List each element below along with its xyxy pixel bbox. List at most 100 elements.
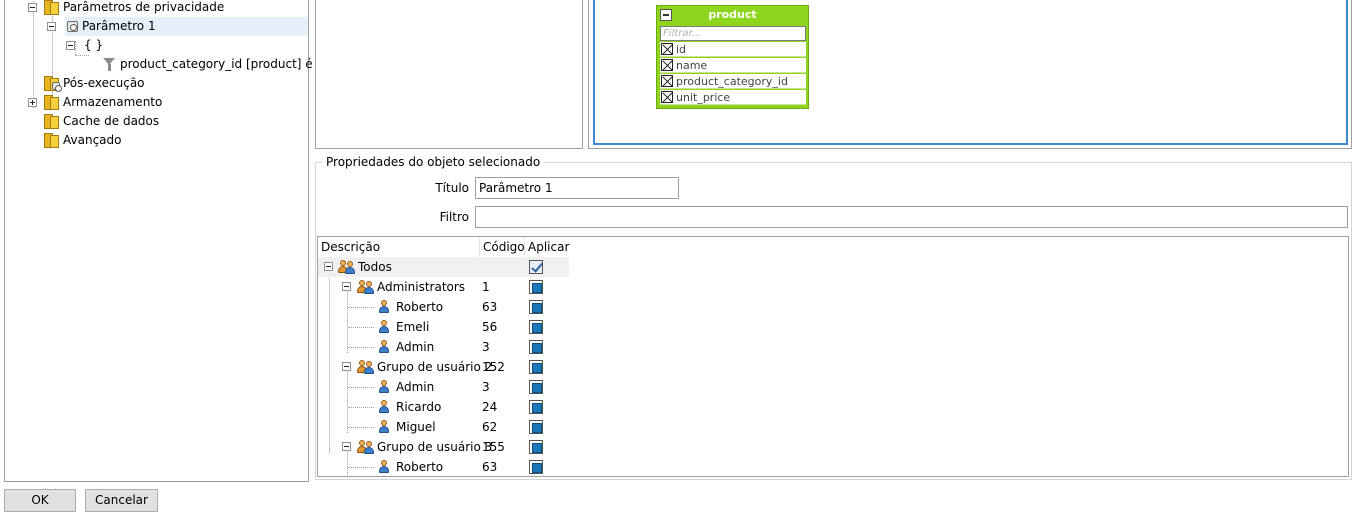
permissions-grid[interactable]: Descrição Código Aplicar Todos Administr… (317, 236, 1349, 477)
field-row-unit-price[interactable]: unit_price (660, 90, 806, 105)
tree-item-label: { } (84, 38, 104, 52)
tree-item-data-cache[interactable]: Cache de dados (5, 112, 308, 131)
apply-checkbox[interactable] (529, 300, 543, 314)
row-description: Administrators (377, 280, 466, 294)
tree-item-label: Parâmetros de privacidade (63, 0, 225, 14)
tree-connector (348, 407, 374, 408)
row-code: 3 (482, 380, 490, 394)
column-header-code[interactable]: Código (480, 237, 525, 257)
grid-row-group[interactable]: Grupo de usuário 2 152 (318, 357, 569, 377)
collapse-icon[interactable] (28, 3, 37, 12)
folder-icon (44, 133, 59, 148)
row-code: 56 (482, 320, 498, 334)
field-name: name (676, 59, 708, 72)
user-icon (379, 460, 390, 474)
grid-row-user[interactable]: Emeli 56 (318, 317, 569, 337)
column-header-description[interactable]: Descrição (318, 237, 480, 257)
tree-item-braces[interactable]: { } (65, 36, 265, 55)
filter-input[interactable] (475, 206, 1348, 228)
apply-checkbox[interactable] (529, 380, 543, 394)
collapse-icon[interactable] (66, 41, 75, 50)
field-row-name[interactable]: name (660, 58, 806, 73)
row-code: 62 (482, 420, 498, 434)
apply-checkbox[interactable] (529, 360, 543, 374)
tree-item-advanced[interactable]: Avançado (5, 131, 308, 150)
field-name: id (676, 43, 687, 56)
field-row-product-category-id[interactable]: product_category_id (660, 74, 806, 89)
apply-checkbox[interactable] (529, 340, 543, 354)
row-description: Admin (396, 340, 435, 354)
grid-row-all[interactable]: Todos (318, 257, 569, 277)
product-table-widget[interactable]: product Filtrar... id name product_categ… (656, 5, 809, 109)
tree-connector (348, 327, 374, 328)
expand-icon[interactable] (28, 98, 37, 107)
row-code: 63 (482, 460, 498, 474)
apply-checkbox[interactable] (529, 260, 543, 274)
group-icon (338, 259, 356, 275)
grid-row-user[interactable]: Roberto 63 (318, 297, 569, 317)
tree-connector (348, 387, 374, 388)
tree-item-parameter-1[interactable]: Parâmetro 1 (47, 17, 308, 36)
field-filter-input[interactable]: Filtrar... (660, 26, 806, 41)
row-code: 3 (482, 340, 490, 354)
row-code: 1 (482, 280, 490, 294)
apply-checkbox[interactable] (529, 440, 543, 454)
field-row-id[interactable]: id (660, 42, 806, 57)
collapse-icon[interactable] (342, 282, 351, 291)
collapse-icon[interactable] (324, 262, 333, 271)
tree-item-label: product_category_id [product] é ... (120, 57, 328, 71)
table-header[interactable]: product (657, 6, 808, 24)
row-description: Grupo de usuário 2 (377, 360, 493, 374)
tree-item-label: Cache de dados (63, 114, 160, 128)
row-description: Miguel (396, 420, 436, 434)
apply-checkbox[interactable] (529, 400, 543, 414)
folder-icon (44, 0, 59, 15)
grid-row-user[interactable]: Miguel 62 (318, 417, 569, 437)
settings-tree[interactable]: Parâmetros de privacidade Parâmetro 1 { … (4, 0, 328, 482)
user-icon (379, 340, 390, 354)
filter-icon (103, 58, 116, 71)
grid-row-user[interactable]: Roberto 63 (318, 457, 569, 476)
grid-row-user[interactable]: Ricardo 24 (318, 397, 569, 417)
table-name: product (708, 8, 757, 21)
apply-checkbox[interactable] (529, 420, 543, 434)
parameter-icon (67, 21, 78, 32)
field-name: unit_price (676, 91, 731, 104)
group-icon (357, 279, 375, 295)
tree-item-label: Pós-execução (63, 76, 145, 90)
folder-icon (44, 114, 59, 129)
column-header-apply[interactable]: Aplicar (525, 237, 570, 257)
row-code: 152 (482, 360, 505, 374)
collapse-icon[interactable] (342, 362, 351, 371)
tree-item-privacy-parameters[interactable]: Parâmetros de privacidade (5, 0, 308, 17)
grid-row-user[interactable]: Admin 3 (318, 337, 569, 357)
title-input[interactable]: Parâmetro 1 (475, 177, 679, 199)
cancel-button[interactable]: Cancelar (85, 489, 158, 512)
row-code: 24 (482, 400, 498, 414)
collapse-icon[interactable] (47, 22, 56, 31)
title-label: Título (435, 181, 469, 195)
properties-legend: Propriedades do objeto selecionado (322, 155, 545, 170)
tree-item-filter-condition[interactable]: product_category_id [product] é ... (101, 55, 328, 74)
apply-checkbox[interactable] (529, 280, 543, 294)
grid-row-group[interactable]: Grupo de usuário 3 155 (318, 437, 569, 457)
grid-row-group[interactable]: Administrators 1 (318, 277, 569, 297)
grid-row-user[interactable]: Admin 3 (318, 377, 569, 397)
user-icon (379, 300, 390, 314)
filter-label: Filtro (439, 210, 469, 224)
tree-item-post-execution[interactable]: Pós-execução (5, 74, 308, 93)
field-checkbox[interactable] (661, 75, 673, 87)
field-checkbox[interactable] (661, 43, 673, 55)
apply-checkbox[interactable] (529, 460, 543, 474)
row-description: Admin (396, 380, 435, 394)
folder-icon (44, 95, 59, 110)
tree-connector (348, 347, 374, 348)
row-description: Grupo de usuário 3 (377, 440, 493, 454)
collapse-icon[interactable] (660, 9, 672, 21)
ok-button[interactable]: OK (4, 489, 76, 512)
tree-item-storage[interactable]: Armazenamento (5, 93, 308, 112)
collapse-icon[interactable] (342, 442, 351, 451)
field-checkbox[interactable] (661, 91, 673, 103)
field-checkbox[interactable] (661, 59, 673, 71)
apply-checkbox[interactable] (529, 320, 543, 334)
